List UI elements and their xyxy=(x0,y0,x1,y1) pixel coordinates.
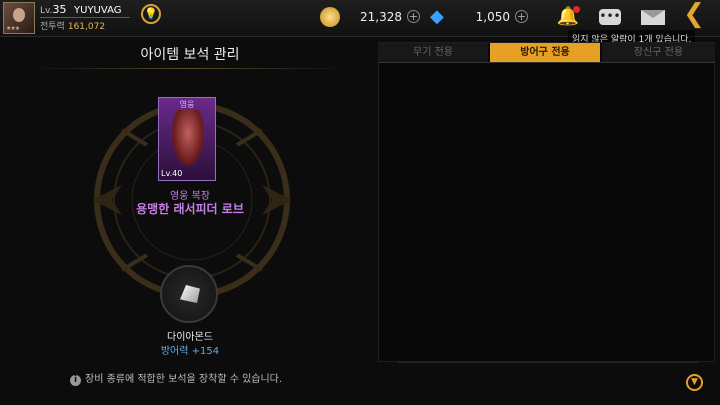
diamond-icon: ◆ xyxy=(430,6,444,27)
info-message: i 장비 종류에 적합한 보석을 장착할 수 있습니다. xyxy=(70,370,282,386)
info-text: 장비 종류에 적합한 보석을 장착할 수 있습니다. xyxy=(85,374,283,385)
gem-stat: 방어력 +154 xyxy=(160,346,220,357)
player-name: YUYUVAG xyxy=(74,5,122,16)
gold-value: 21,328 xyxy=(360,10,402,24)
equipment-card[interactable]: 영웅 Lv.40 xyxy=(158,97,216,181)
gem-category-tabs: 무기 전용 방어구 전용 장신구 전용 xyxy=(378,43,715,63)
add-gem-button[interactable]: + xyxy=(515,10,528,23)
player-info: Lv.35 YUYUVAG xyxy=(40,3,122,16)
player-avatar[interactable]: ★★★ xyxy=(3,2,35,34)
tab-accessory-gems[interactable]: 장신구 전용 xyxy=(602,43,715,62)
bell-icon[interactable]: 🔔 xyxy=(556,6,580,28)
chat-icon[interactable]: ••• xyxy=(599,9,621,25)
equipment-name: 용맹한 래서피더 로브 xyxy=(136,202,244,216)
back-arrow-icon[interactable]: ❮ xyxy=(682,1,706,27)
equipment-level: Lv.40 xyxy=(161,169,183,178)
gem-list-panel xyxy=(378,42,715,362)
equipment-grade: 영웅 xyxy=(179,100,195,109)
combat-power-label: 전투력 xyxy=(40,22,65,32)
combat-power: 전투력 161,072 xyxy=(40,19,105,32)
title-divider xyxy=(30,68,348,69)
scroll-down-icon[interactable]: ▼ xyxy=(686,374,703,391)
player-level: Lv.35 xyxy=(40,3,67,16)
info-icon: i xyxy=(70,375,81,386)
list-bottom-divider xyxy=(398,362,698,363)
gem-slot[interactable] xyxy=(160,265,218,323)
tab-armor-gems[interactable]: 방어구 전용 xyxy=(490,43,600,62)
player-info-divider xyxy=(40,17,130,18)
mail-icon[interactable] xyxy=(641,10,665,25)
combat-power-value: 161,072 xyxy=(67,22,106,32)
tab-weapon-gems[interactable]: 무기 전용 xyxy=(378,43,488,62)
gem-name: 다이아몬드 xyxy=(167,332,213,343)
lightbulb-icon[interactable]: 💡 xyxy=(141,4,161,24)
robe-icon xyxy=(171,110,205,168)
rank-stars: ★★★ xyxy=(6,25,20,32)
gem-currency: ◆ 1,050 + xyxy=(430,6,530,28)
gem-value: 1,050 xyxy=(475,10,510,24)
notification-dot xyxy=(573,6,580,13)
page-title: 아이템 보석 관리 xyxy=(140,47,240,63)
add-gold-button[interactable]: + xyxy=(407,10,420,23)
diamond-gem-icon xyxy=(180,285,200,303)
gold-currency: 21,328 + xyxy=(320,6,422,28)
gold-coin-icon xyxy=(320,7,340,27)
